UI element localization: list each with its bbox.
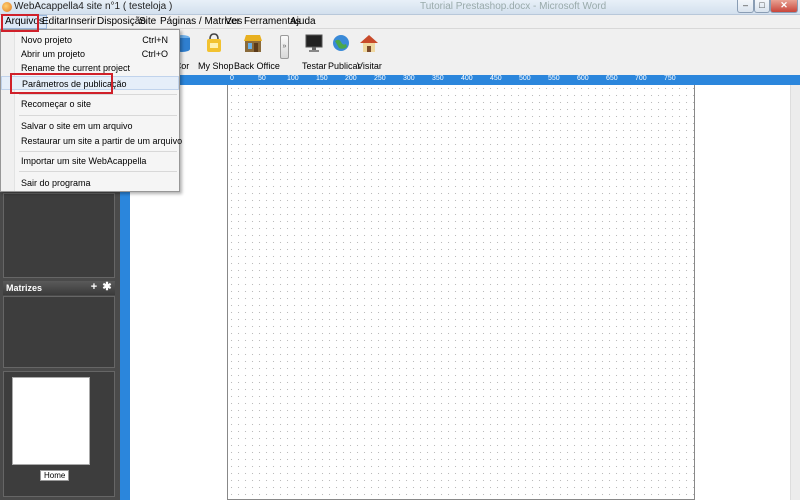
menu-item-label: Novo projeto [21, 35, 73, 45]
menu-separator [19, 115, 177, 116]
toolbar-backoffice-button[interactable]: Back Office [234, 33, 280, 71]
vertical-scrollbar[interactable] [790, 85, 800, 500]
highlight-box-arquivos [1, 14, 39, 32]
file-menu-dropdown: Novo projeto Ctrl+N Abrir um projeto Ctr… [0, 29, 183, 192]
toolbar-publicar-label: Publicar [328, 61, 361, 71]
menu-separator [19, 151, 177, 152]
globe-icon [333, 35, 349, 51]
toolbar-backoffice-label: Back Office [234, 61, 280, 71]
editor-workarea [130, 85, 800, 500]
menu-item-label: Abrir um projeto [21, 49, 86, 59]
ruler-label: 700 [635, 75, 647, 82]
menu-ver[interactable]: Ver [225, 16, 240, 28]
storefront-icon [244, 35, 262, 52]
window-title: WebAcappella4 site n°1 ( testeloja ) [14, 1, 173, 12]
ruler-label: 550 [548, 75, 560, 82]
title-bar: WebAcappella4 site n°1 ( testeloja ) Tut… [0, 0, 800, 15]
ruler-label: 200 [345, 75, 357, 82]
menu-separator [19, 171, 177, 172]
menu-novo-projeto[interactable]: Novo projeto Ctrl+N [1, 33, 179, 47]
home-page-thumbnail[interactable] [12, 377, 90, 465]
maximize-button[interactable]: □ [754, 0, 770, 13]
menu-separator [19, 94, 177, 95]
page-canvas[interactable] [227, 85, 695, 500]
menu-item-label: Restaurar um site a partir de um arquivo [21, 136, 183, 146]
close-button[interactable]: ✕ [770, 0, 798, 13]
ruler-label: 600 [577, 75, 589, 82]
ruler-label: 750 [664, 75, 676, 82]
menu-item-label: Recomeçar o site [21, 99, 92, 109]
menu-item-label: Sair do programa [21, 178, 91, 188]
matriz-settings-icon[interactable]: ✱ [102, 282, 112, 293]
menu-shortcut: Ctrl+N [142, 35, 168, 45]
toolbar-visitar-label: Visitar [357, 61, 382, 71]
ruler-label: 350 [432, 75, 444, 82]
menu-shortcut: Ctrl+O [141, 49, 168, 59]
ruler-label: 100 [287, 75, 299, 82]
shopping-bag-icon [207, 33, 221, 52]
menu-ajuda[interactable]: Ajuda [290, 16, 316, 28]
toolbar-testar-button[interactable]: Testar [302, 33, 327, 71]
ruler-label: 450 [490, 75, 502, 82]
menu-importar-site[interactable]: Importar um site WebAcappella [1, 154, 179, 168]
ruler-label: 300 [403, 75, 415, 82]
toolbar-testar-label: Testar [302, 61, 327, 71]
menu-item-label: Rename the current project [21, 63, 131, 73]
menu-editar[interactable]: Editar [42, 16, 68, 28]
menu-item-label: Salvar o site em um arquivo [21, 121, 133, 131]
ruler-label: 150 [316, 75, 328, 82]
menu-site[interactable]: Site [139, 16, 156, 28]
monitor-icon [305, 34, 323, 52]
matrizes-panel [3, 296, 115, 368]
ruler-label: 650 [606, 75, 618, 82]
toolbar-publicar-button[interactable]: Publicar [328, 33, 361, 71]
menu-restaurar-site[interactable]: Restaurar um site a partir de um arquivo [1, 134, 183, 148]
toolbar-more-button[interactable]: » [280, 35, 289, 59]
menu-recomecar-site[interactable]: Recomeçar o site [1, 97, 179, 111]
ruler-label: 250 [374, 75, 386, 82]
elements-panel [3, 193, 115, 278]
app-icon [2, 2, 12, 12]
house-icon [360, 35, 378, 52]
toolbar-myshop-button[interactable]: My Shop [198, 33, 234, 71]
menu-item-label: Importar um site WebAcappella [21, 156, 147, 166]
matrizes-panel-header: Matrizes + ✱ [3, 281, 115, 295]
toolbar-myshop-label: My Shop [198, 61, 234, 71]
ruler-label: 50 [258, 75, 266, 82]
menu-bar: Arquivos Editar Inserir Disposição Site … [0, 15, 800, 29]
menu-salvar-site[interactable]: Salvar o site em um arquivo [1, 119, 179, 133]
horizontal-ruler: 0 50 100 150 200 250 300 350 400 450 500… [120, 75, 800, 85]
ruler-label: 0 [230, 75, 234, 82]
background-window-title: Tutorial Prestashop.docx - Microsoft Wor… [420, 1, 607, 12]
highlight-box-parametros [10, 73, 113, 94]
home-page-label[interactable]: Home [40, 470, 70, 481]
menu-inserir[interactable]: Inserir [68, 16, 96, 28]
minimize-button[interactable]: – [737, 0, 754, 13]
add-matriz-button[interactable]: + [89, 282, 99, 293]
ruler-label: 500 [519, 75, 531, 82]
menu-abrir-projeto[interactable]: Abrir um projeto Ctrl+O [1, 47, 179, 61]
toolbar-visitar-button[interactable]: Visitar [357, 33, 382, 71]
ruler-label: 400 [461, 75, 473, 82]
matrizes-title: Matrizes [6, 283, 43, 293]
menu-sair-programa[interactable]: Sair do programa [1, 176, 179, 190]
